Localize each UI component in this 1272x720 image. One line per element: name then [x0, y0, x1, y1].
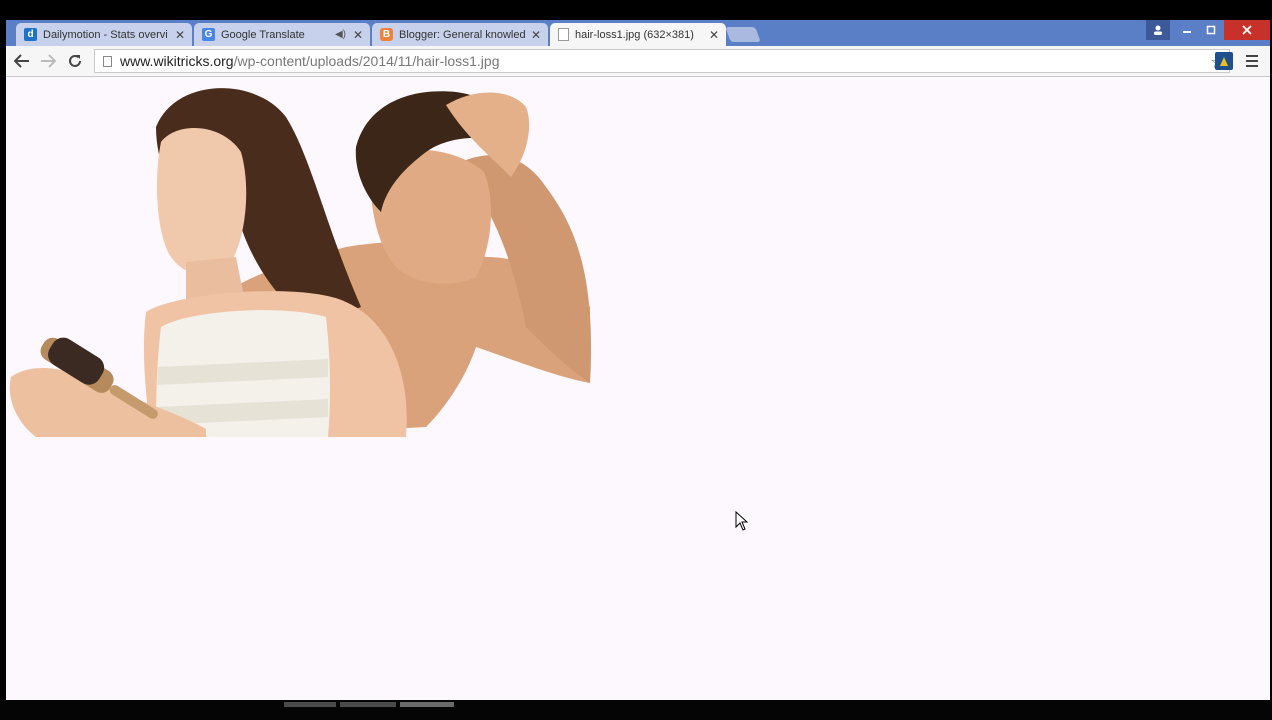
woman-face	[156, 128, 247, 275]
back-arrow-icon[interactable]	[11, 51, 33, 71]
page-icon	[103, 55, 112, 67]
taskbar-item[interactable]	[284, 702, 336, 707]
url-host: www.wikitricks.org	[120, 53, 234, 69]
blogger-icon: B	[380, 28, 393, 41]
speaker-icon[interactable]: ◀)	[335, 29, 346, 40]
tab-strip: d Dailymotion - Stats overvi ✕ G Google …	[6, 20, 1270, 46]
mouse-cursor-icon	[735, 511, 749, 531]
tab-hair-loss-image[interactable]: hair-loss1.jpg (632×381) ✕	[550, 23, 726, 46]
address-bar[interactable]: www.wikitricks.org/wp-content/uploads/20…	[94, 49, 1230, 73]
user-profile-icon[interactable]	[1146, 20, 1170, 40]
new-tab-button[interactable]	[725, 27, 761, 42]
google-translate-icon: G	[202, 28, 215, 41]
taskbar-item[interactable]	[340, 702, 396, 707]
window-close-icon[interactable]	[1224, 20, 1270, 40]
tab-google-translate[interactable]: G Google Translate ◀) ✕	[194, 23, 370, 46]
tab-title: Blogger: General knowled	[399, 28, 526, 41]
tab-title: Google Translate	[221, 28, 305, 41]
dailymotion-icon: d	[24, 28, 37, 41]
screen: d Dailymotion - Stats overvi ✕ G Google …	[0, 0, 1272, 720]
tab-dailymotion[interactable]: d Dailymotion - Stats overvi ✕	[16, 23, 192, 46]
page-content	[6, 77, 1270, 700]
page-icon	[558, 28, 569, 41]
reload-icon[interactable]	[64, 51, 86, 71]
taskbar	[0, 700, 1272, 720]
extension-icon[interactable]	[1215, 52, 1233, 70]
taskbar-item[interactable]	[400, 702, 454, 707]
menu-icon[interactable]	[1243, 52, 1261, 70]
close-icon[interactable]: ✕	[174, 28, 186, 42]
tab-title: Dailymotion - Stats overvi	[43, 28, 168, 41]
maximize-icon[interactable]	[1198, 20, 1224, 40]
url-path: /wp-content/uploads/2014/11/hair-loss1.j…	[233, 53, 500, 69]
close-icon[interactable]: ✕	[530, 28, 542, 42]
tab-blogger[interactable]: B Blogger: General knowled ✕	[372, 23, 548, 46]
minimize-icon[interactable]	[1174, 20, 1200, 40]
toolbar: www.wikitricks.org/wp-content/uploads/20…	[6, 46, 1270, 77]
forward-arrow-icon[interactable]	[37, 51, 59, 71]
hair-loss-image	[9, 88, 592, 437]
tab-title: hair-loss1.jpg (632×381)	[575, 28, 694, 41]
close-icon[interactable]: ✕	[708, 28, 720, 42]
close-icon[interactable]: ✕	[352, 28, 364, 42]
browser-window: d Dailymotion - Stats overvi ✕ G Google …	[6, 20, 1270, 700]
